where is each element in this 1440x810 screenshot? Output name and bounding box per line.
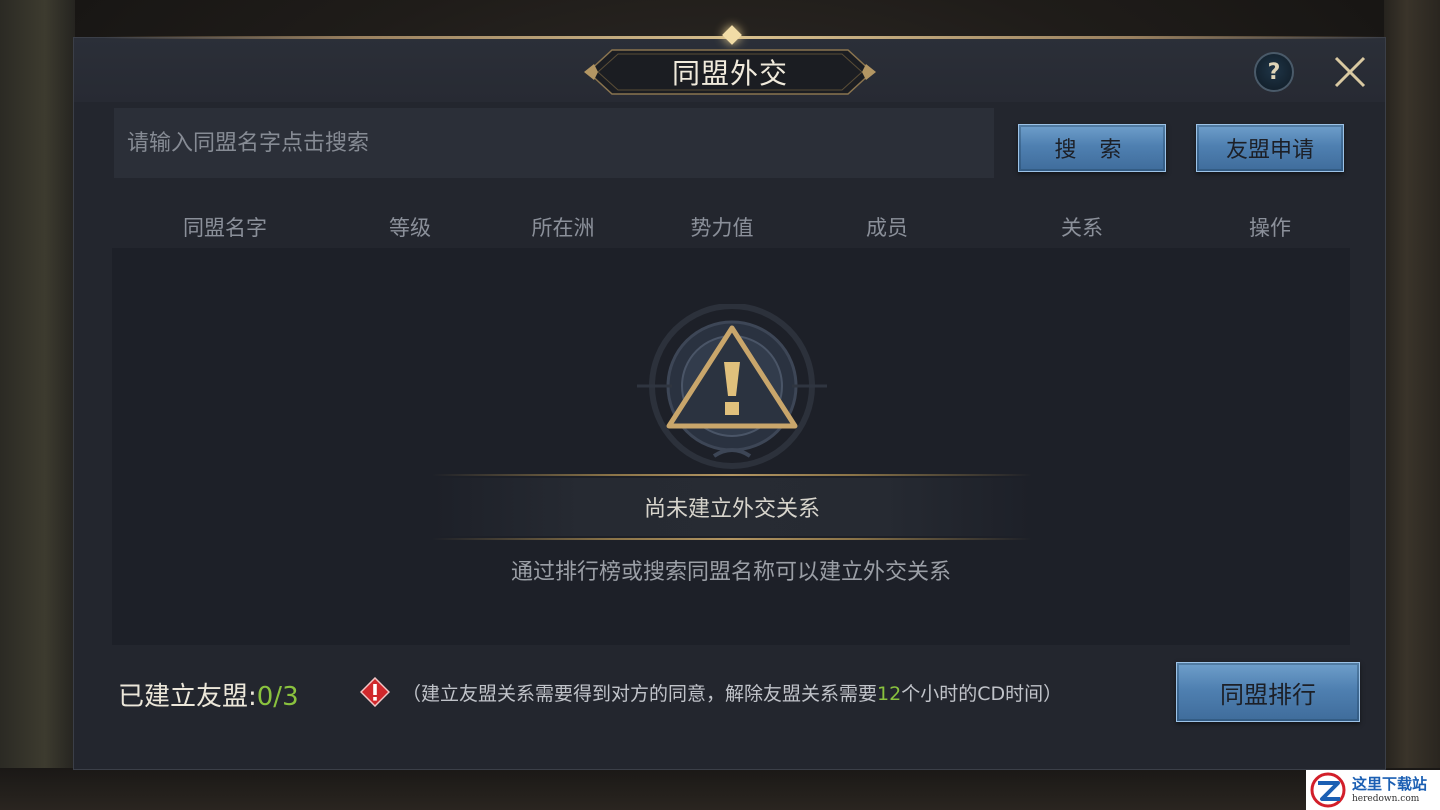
notice-hours: 12 [877, 683, 902, 705]
column-relation: 关系 [1061, 216, 1103, 240]
empty-state-band: 尚未建立外交关系 [432, 474, 1032, 540]
column-alliance-name: 同盟名字 [183, 216, 267, 240]
empty-state-hint: 通过排行榜或搜索同盟名称可以建立外交关系 [510, 560, 951, 585]
alliance-search-input[interactable] [114, 108, 994, 178]
search-button[interactable]: 搜 索 [1018, 124, 1166, 172]
help-button[interactable]: ? [1254, 52, 1294, 92]
close-icon [1334, 56, 1366, 88]
alliance-diplomacy-dialog: 同盟外交 ? 搜 索 友盟申请 同盟名字 等级 所在洲 势力值 成员 关系 操作 [73, 25, 1386, 770]
question-mark-icon: ? [1267, 59, 1281, 85]
established-alliances: 已建立友盟:0/3 [118, 676, 299, 713]
watermark-text: 这里下载站 heredown.com [1352, 774, 1428, 804]
watermark-en: heredown.com [1352, 793, 1420, 804]
column-action: 操作 [1249, 216, 1291, 240]
top-gold-rule [104, 36, 1385, 39]
column-members: 成员 [866, 216, 908, 240]
column-level: 等级 [389, 216, 431, 240]
notice-prefix: （建立友盟关系需要得到对方的同意，解除友盟关系需要 [402, 683, 878, 705]
table-header: 同盟名字 等级 所在洲 势力值 成员 关系 操作 [112, 204, 1350, 248]
background-bottom [0, 768, 1440, 810]
band-bottom-line [432, 538, 1032, 540]
notice-suffix: 个小时的CD时间） [901, 683, 1063, 705]
watermark-logo-icon [1310, 772, 1346, 808]
established-count: 0/3 [256, 682, 299, 712]
alliance-ranking-button[interactable]: 同盟排行 [1176, 662, 1360, 722]
watermark-cn: 这里下载站 [1352, 774, 1428, 793]
column-continent: 所在洲 [531, 216, 595, 240]
background-left [0, 0, 75, 810]
warning-diamond-icon [360, 677, 390, 707]
alliance-notice: （建立友盟关系需要得到对方的同意，解除友盟关系需要12个小时的CD时间） [402, 679, 1062, 706]
watermark: 这里下载站 heredown.com [1306, 770, 1440, 810]
established-label: 已建立友盟: [118, 682, 257, 712]
background-right [1384, 0, 1440, 810]
alliance-application-button[interactable]: 友盟申请 [1196, 124, 1344, 172]
title-plate: 同盟外交 [584, 48, 876, 96]
band-top-line [432, 474, 1032, 476]
close-button[interactable] [1330, 52, 1370, 92]
warning-emblem-icon [637, 304, 827, 469]
empty-state-title: 尚未建立外交关系 [643, 497, 820, 522]
dialog-title: 同盟外交 [671, 57, 788, 90]
column-power: 势力值 [690, 216, 754, 240]
alliance-list[interactable]: 尚未建立外交关系 通过排行榜或搜索同盟名称可以建立外交关系 [112, 248, 1350, 645]
